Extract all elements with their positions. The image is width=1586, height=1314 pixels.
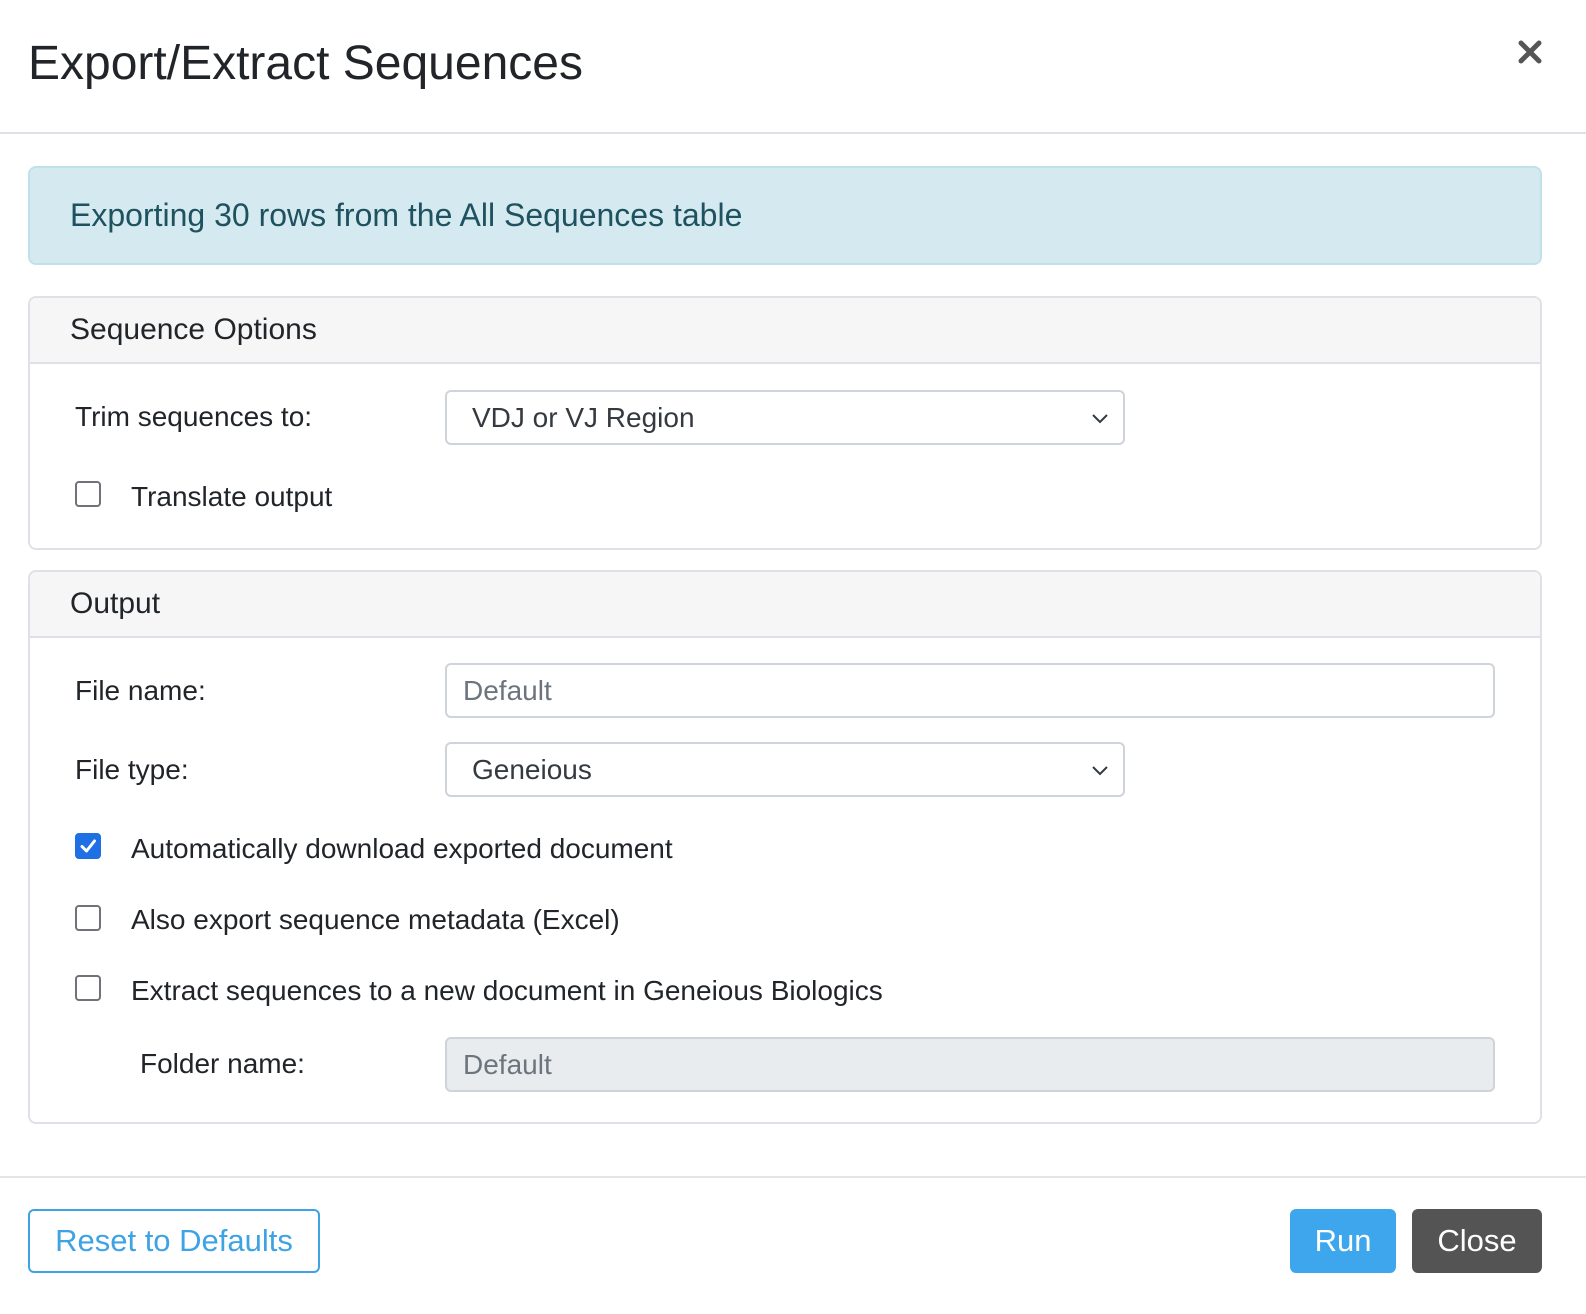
sequence-options-header: Sequence Options — [30, 298, 1540, 364]
trim-label: Trim sequences to: — [75, 401, 313, 432]
file-type-label: File type: — [75, 754, 189, 785]
chevron-down-icon — [1092, 766, 1108, 776]
dialog-header: Export/Extract Sequences — [0, 0, 1586, 134]
chevron-down-icon — [1092, 414, 1108, 424]
run-button[interactable]: Run — [1290, 1209, 1396, 1273]
dialog-title: Export/Extract Sequences — [28, 37, 583, 90]
export-metadata-checkbox[interactable] — [75, 905, 101, 931]
folder-name-input: Default — [445, 1037, 1495, 1092]
extract-checkbox[interactable] — [75, 975, 101, 1001]
info-alert: Exporting 30 rows from the All Sequences… — [28, 166, 1542, 265]
trim-select[interactable]: VDJ or VJ Region — [445, 390, 1125, 445]
reset-defaults-button[interactable]: Reset to Defaults — [28, 1209, 320, 1273]
translate-checkbox[interactable] — [75, 481, 101, 507]
extract-label: Extract sequences to a new document in G… — [131, 975, 883, 1006]
auto-download-checkbox[interactable] — [75, 833, 101, 859]
folder-name-placeholder: Default — [463, 1049, 552, 1080]
export-dialog: Export/Extract Sequences Exporting 30 ro… — [0, 0, 1586, 1314]
auto-download-label: Automatically download exported document — [131, 833, 673, 864]
file-name-placeholder: Default — [463, 675, 552, 706]
file-type-select-value: Geneious — [472, 754, 592, 785]
folder-name-label: Folder name: — [140, 1048, 305, 1079]
file-name-label: File name: — [75, 675, 206, 706]
file-name-input[interactable]: Default — [445, 663, 1495, 718]
close-icon[interactable] — [1510, 32, 1550, 72]
close-button[interactable]: Close — [1412, 1209, 1542, 1273]
trim-select-value: VDJ or VJ Region — [472, 402, 695, 433]
output-header: Output — [30, 572, 1540, 638]
checkmark-icon — [80, 839, 96, 853]
translate-label: Translate output — [131, 481, 333, 512]
export-metadata-label: Also export sequence metadata (Excel) — [131, 904, 620, 935]
footer-divider — [0, 1176, 1586, 1178]
file-type-select[interactable]: Geneious — [445, 742, 1125, 797]
